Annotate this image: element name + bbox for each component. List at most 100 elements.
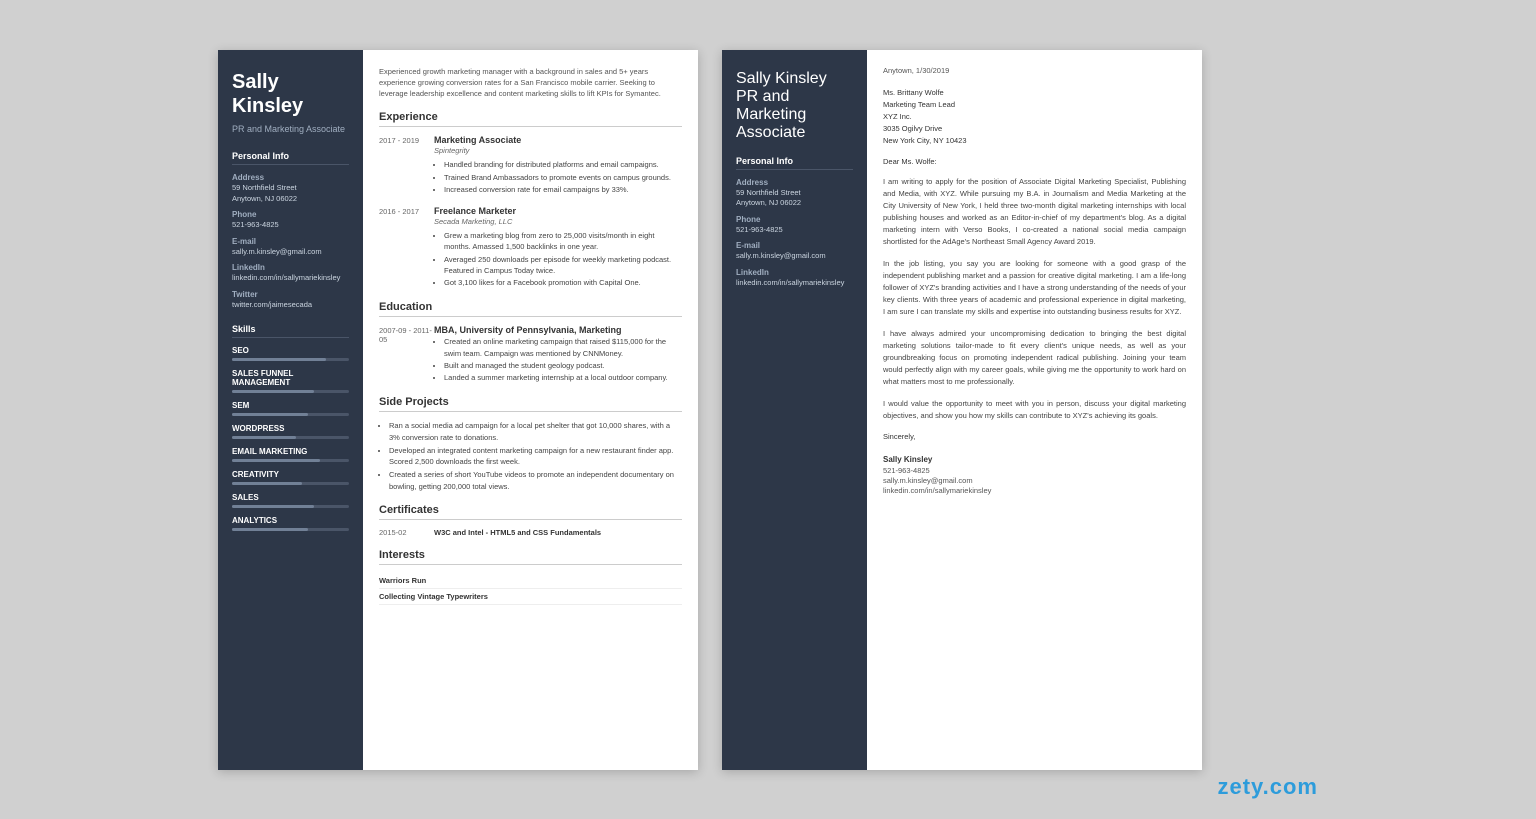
experience-item: 2017 - 2019 Marketing Associate Spintegr…: [379, 135, 682, 196]
cover-sidebar: Sally Kinsley PR and Marketing Associate…: [722, 50, 867, 770]
experience-item: 2016 - 2017 Freelance Marketer Secada Ma…: [379, 206, 682, 289]
skill-bar-bg: [232, 413, 349, 416]
skill-bar-bg: [232, 505, 349, 508]
cover-main: Anytown, 1/30/2019 Ms. Brittany Wolfe Ma…: [867, 50, 1202, 770]
cover-paragraph: I am writing to apply for the position o…: [883, 176, 1186, 248]
skill-bar-fill: [232, 413, 308, 416]
cover-address-label: Address: [736, 178, 853, 187]
edu-bullets: Created an online marketing campaign tha…: [434, 336, 682, 383]
linkedin-label: LinkedIn: [232, 263, 349, 272]
edu-degree: MBA, University of Pennsylvania, Marketi…: [434, 325, 682, 335]
email-label: E-mail: [232, 237, 349, 246]
side-projects-container: Ran a social media ad campaign for a loc…: [379, 420, 682, 492]
resume-title: PR and Marketing Associate: [232, 124, 349, 136]
exp-company: Secada Marketing, LLC: [434, 217, 682, 226]
exp-company: Spintegrity: [434, 146, 682, 155]
certificates-container: 2015-02 W3C and Intel - HTML5 and CSS Fu…: [379, 528, 682, 537]
skill-item: CREATIVITY: [232, 470, 349, 485]
addressee-city: New York City, NY 10423: [883, 135, 1186, 147]
skill-name: ANALYTICS: [232, 516, 349, 525]
edu-bullet: Created an online marketing campaign tha…: [444, 336, 682, 359]
experience-label: Experience: [379, 111, 682, 127]
skill-bar-bg: [232, 436, 349, 439]
skill-item: SEM: [232, 401, 349, 416]
edu-bullet: Built and managed the student geology po…: [444, 360, 682, 371]
exp-content: Marketing Associate Spintegrity Handled …: [434, 135, 682, 196]
addressee-company: XYZ Inc.: [883, 111, 1186, 123]
interests-label: Interests: [379, 549, 682, 565]
edu-dates: 2007-09 - 2011-05: [379, 325, 434, 384]
interests-container: Warriors RunCollecting Vintage Typewrite…: [379, 573, 682, 605]
skill-name: SEM: [232, 401, 349, 410]
exp-dates: 2017 - 2019: [379, 135, 434, 196]
skill-bar-bg: [232, 459, 349, 462]
cover-addressee: Ms. Brittany Wolfe Marketing Team Lead X…: [883, 87, 1186, 147]
skill-name: SALES FUNNEL MANAGEMENT: [232, 369, 349, 387]
skill-bar-fill: [232, 358, 326, 361]
skill-bar-bg: [232, 358, 349, 361]
resume-document: Sally Kinsley PR and Marketing Associate…: [218, 50, 698, 770]
skill-bar-fill: [232, 436, 296, 439]
side-project-item: Created a series of short YouTube videos…: [389, 469, 682, 492]
cover-personal-info-label: Personal Info: [736, 156, 853, 170]
skill-bar-fill: [232, 505, 314, 508]
experience-bullet: Increased conversion rate for email camp…: [444, 184, 682, 195]
exp-bullets: Handled branding for distributed platfor…: [434, 159, 682, 195]
skills-label: Skills: [232, 324, 349, 338]
skill-name: SALES: [232, 493, 349, 502]
skill-item: SALES FUNNEL MANAGEMENT: [232, 369, 349, 393]
side-project-item: Developed an integrated content marketin…: [389, 445, 682, 468]
phone-value: 521-963-4825: [232, 220, 349, 231]
cover-paragraph: I would value the opportunity to meet wi…: [883, 398, 1186, 422]
cover-email-label: E-mail: [736, 241, 853, 250]
skill-item: SALES: [232, 493, 349, 508]
certificates-label: Certificates: [379, 504, 682, 520]
exp-role: Marketing Associate: [434, 135, 682, 145]
skill-item: EMAIL MARKETING: [232, 447, 349, 462]
cover-sig-email: sally.m.kinsley@gmail.com: [883, 476, 1186, 485]
skill-name: WORDPRESS: [232, 424, 349, 433]
phone-label: Phone: [232, 210, 349, 219]
resume-name: Sally Kinsley: [232, 70, 349, 118]
cover-linkedin-label: LinkedIn: [736, 268, 853, 277]
skill-bar-bg: [232, 482, 349, 485]
skill-name: EMAIL MARKETING: [232, 447, 349, 456]
side-project-item: Ran a social media ad campaign for a loc…: [389, 420, 682, 443]
cover-linkedin-value: linkedin.com/in/sallymariekinsley: [736, 278, 853, 289]
edu-bullet: Landed a summer marketing internship at …: [444, 372, 682, 383]
personal-info-label: Personal Info: [232, 151, 349, 165]
email-value: sally.m.kinsley@gmail.com: [232, 247, 349, 258]
skill-bar-fill: [232, 390, 314, 393]
education-label: Education: [379, 301, 682, 317]
cover-email-value: sally.m.kinsley@gmail.com: [736, 251, 853, 262]
cover-paragraphs: I am writing to apply for the position o…: [883, 176, 1186, 422]
skill-name: CREATIVITY: [232, 470, 349, 479]
brand-logo: zety.com: [1217, 774, 1318, 800]
cover-date: Anytown, 1/30/2019: [883, 66, 1186, 75]
experience-bullet: Grew a marketing blog from zero to 25,00…: [444, 230, 682, 253]
cover-greeting: Dear Ms. Wolfe:: [883, 157, 1186, 166]
skill-bar-fill: [232, 459, 320, 462]
cover-phone-label: Phone: [736, 215, 853, 224]
page-wrapper: Sally Kinsley PR and Marketing Associate…: [218, 50, 1318, 770]
resume-main: Experienced growth marketing manager wit…: [363, 50, 698, 770]
cover-paragraph: I have always admired your uncompromisin…: [883, 328, 1186, 388]
exp-content: Freelance Marketer Secada Marketing, LLC…: [434, 206, 682, 289]
experience-bullet: Handled branding for distributed platfor…: [444, 159, 682, 170]
cover-paragraph: In the job listing, you say you are look…: [883, 258, 1186, 318]
interest-item: Warriors Run: [379, 573, 682, 589]
exp-dates: 2016 - 2017: [379, 206, 434, 289]
exp-bullets: Grew a marketing blog from zero to 25,00…: [434, 230, 682, 288]
side-projects-label: Side Projects: [379, 396, 682, 412]
experience-bullet: Trained Brand Ambassadors to promote eve…: [444, 172, 682, 183]
experience-bullet: Got 3,100 likes for a Facebook promotion…: [444, 277, 682, 288]
address-value: 59 Northfield StreetAnytown, NJ 06022: [232, 183, 349, 204]
experience-bullet: Averaged 250 downloads per episode for w…: [444, 254, 682, 277]
cover-address-value: 59 Northfield StreetAnytown, NJ 06022: [736, 188, 853, 209]
skill-bar-bg: [232, 390, 349, 393]
twitter-label: Twitter: [232, 290, 349, 299]
cover-sig-phone: 521-963-4825: [883, 466, 1186, 475]
skill-item: SEO: [232, 346, 349, 361]
cover-closing: Sincerely,: [883, 432, 1186, 441]
experience-container: 2017 - 2019 Marketing Associate Spintegr…: [379, 135, 682, 289]
